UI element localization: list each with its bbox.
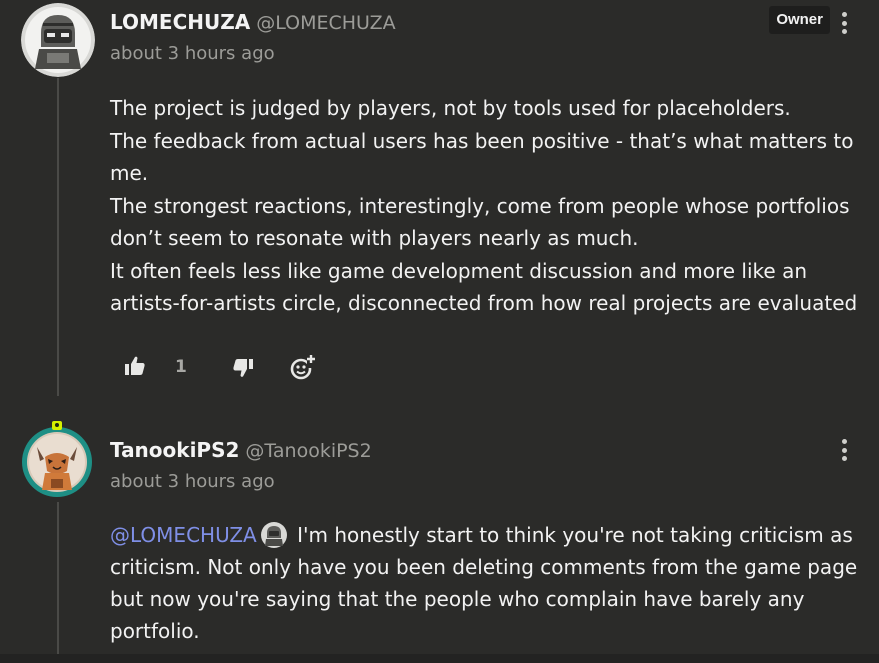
owner-badge: Owner [769, 6, 830, 34]
thumbs-up-icon [125, 356, 145, 375]
mention-avatar [260, 522, 287, 548]
robot-avatar-icon [260, 522, 287, 548]
author-handle[interactable]: @LOMECHUZA [256, 12, 395, 34]
comment-paragraph: The project is judged by players, not by… [110, 96, 791, 120]
comment-paragraph: It often feels less like game developmen… [110, 258, 858, 316]
user-avatar[interactable] [20, 421, 94, 499]
fox-avatar-icon [22, 421, 92, 497]
scroll-footer [0, 654, 879, 663]
mention-link[interactable]: @LOMECHUZA [110, 523, 257, 547]
more-vertical-icon [841, 12, 847, 17]
add-reaction-button[interactable] [290, 354, 316, 384]
timestamp[interactable]: about 3 hours ago [110, 471, 275, 492]
comment-paragraph: The feedback from actual users has been … [110, 128, 854, 186]
author-handle[interactable]: @TanookiPS2 [245, 440, 371, 462]
more-menu-button[interactable] [839, 439, 849, 465]
more-vertical-icon [841, 439, 847, 444]
add-reaction-icon [290, 355, 315, 380]
like-count: 1 [175, 357, 187, 377]
author-name[interactable]: TanookiPS2 @TanookiPS2 [110, 438, 372, 462]
like-button[interactable] [124, 356, 146, 380]
comment: LOMECHUZA @LOMECHUZA about 3 hours ago Ow… [0, 0, 879, 400]
comment-paragraph: The strongest reactions, interestingly, … [110, 193, 850, 251]
timestamp[interactable]: about 3 hours ago [110, 43, 275, 64]
comment-body: @LOMECHUZA I'm honestly start to think y… [110, 519, 870, 647]
robot-avatar-icon [21, 3, 95, 77]
author-name-text[interactable]: TanookiPS2 [110, 438, 239, 462]
author-name[interactable]: LOMECHUZA @LOMECHUZA [110, 10, 396, 34]
thumbs-down-icon [233, 359, 253, 377]
more-menu-button[interactable] [839, 12, 849, 38]
dislike-button[interactable] [232, 358, 254, 382]
comment: TanookiPS2 @TanookiPS2 about 3 hours ago … [0, 420, 879, 663]
comment-thread: LOMECHUZA @LOMECHUZA about 3 hours ago Ow… [0, 0, 879, 663]
author-name-text[interactable]: LOMECHUZA [110, 10, 250, 34]
user-avatar[interactable] [21, 3, 95, 77]
comment-body: The project is judged by players, not by… [110, 92, 870, 320]
